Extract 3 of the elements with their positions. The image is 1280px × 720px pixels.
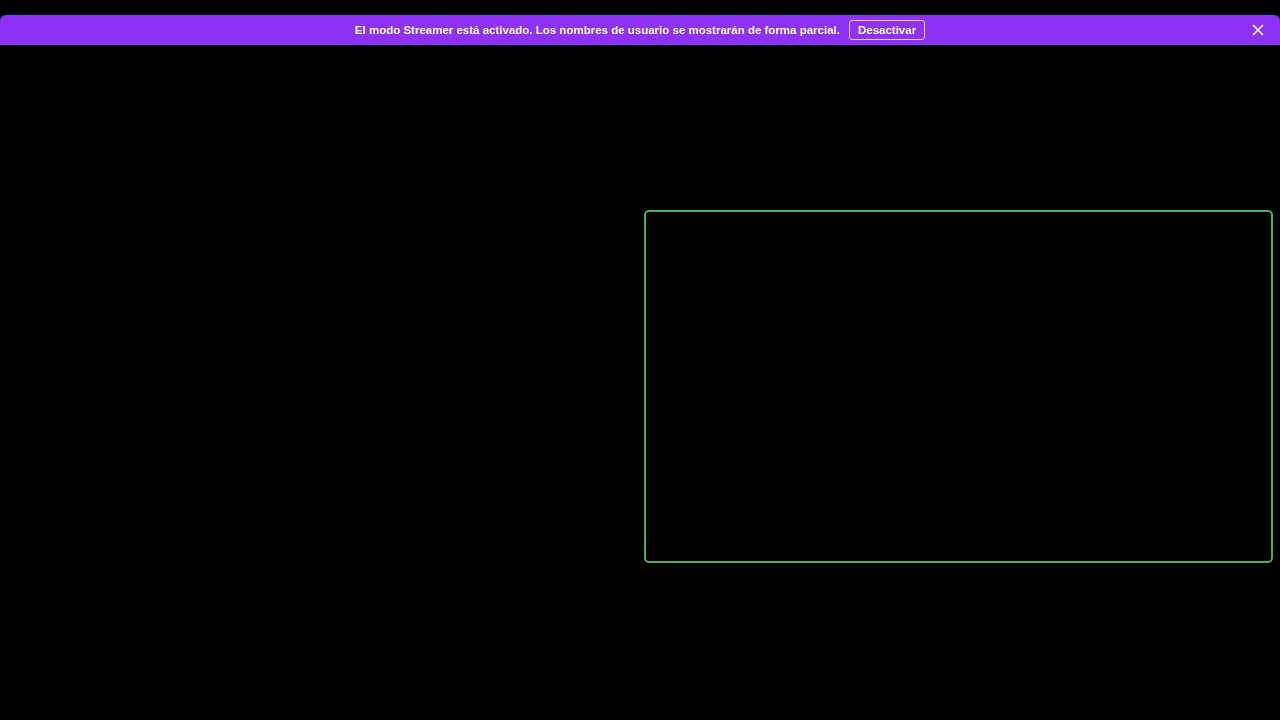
deactivate-button[interactable]: Desactivar [848, 20, 926, 40]
banner-message: El modo Streamer está activado. Los nombres de usuario se mostrarán de forma parcial. [354, 24, 840, 36]
close-icon[interactable] [1252, 24, 1264, 36]
